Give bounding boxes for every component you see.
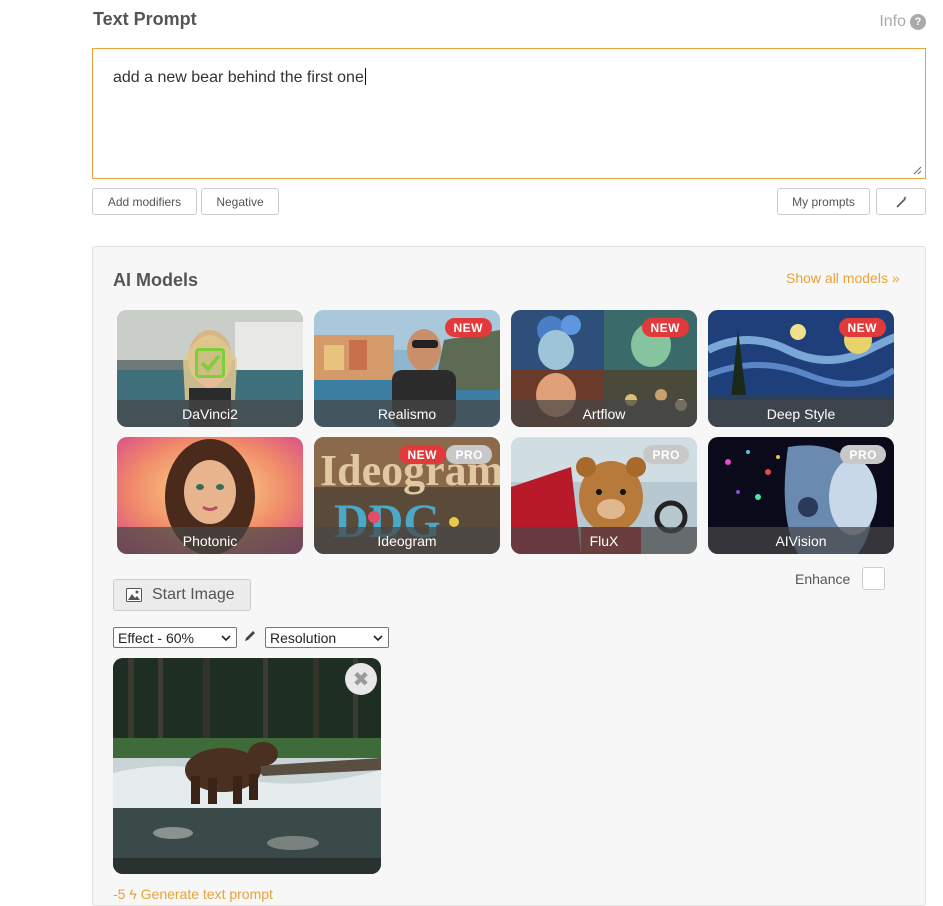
image-icon	[126, 588, 142, 602]
resize-grip-icon[interactable]	[913, 166, 922, 175]
model-label: Artflow	[511, 400, 697, 427]
ai-models-title: AI Models	[113, 270, 199, 290]
close-icon: ✖	[352, 668, 370, 691]
info-label: Info	[879, 13, 906, 30]
text-caret	[364, 68, 366, 85]
add-modifiers-button[interactable]: Add modifiers	[92, 188, 197, 215]
model-label: FluX	[511, 527, 697, 554]
prompt-text: add a new bear behind the first one	[113, 69, 364, 86]
prompt-textarea[interactable]: add a new bear behind the first one	[92, 48, 926, 179]
new-badge: NEW	[641, 318, 689, 337]
model-label: Ideogram	[314, 527, 500, 554]
start-image-label: Start Image	[152, 586, 235, 603]
effect-value: Effect - 60%	[118, 629, 195, 646]
text-prompt-title: Text Prompt	[93, 9, 197, 29]
resolution-value: Resolution	[270, 629, 337, 646]
new-badge: NEW	[444, 318, 492, 337]
question-circle-icon: ?	[910, 14, 926, 30]
double-chevron-down-icon: »	[891, 270, 900, 286]
pro-badge: PRO	[643, 445, 689, 464]
my-prompts-button[interactable]: My prompts	[777, 188, 870, 215]
bear-river-image	[113, 658, 381, 874]
enhance-checkbox[interactable]	[862, 567, 885, 590]
chevron-down-icon	[373, 634, 383, 641]
start-image-button[interactable]: Start Image	[113, 579, 251, 611]
model-card-deep-style[interactable]: NEW Deep Style	[708, 310, 894, 427]
model-card-photonic[interactable]: Photonic	[117, 437, 303, 554]
model-card-realismo[interactable]: NEW Realismo	[314, 310, 500, 427]
model-card-davinci2[interactable]: DaVinci2	[117, 310, 303, 427]
model-label: Realismo	[314, 400, 500, 427]
start-image-thumbnail	[113, 658, 381, 874]
magic-wand-button[interactable]	[876, 188, 926, 215]
generate-text-prompt-link[interactable]: -5 ϟ Generate text prompt	[113, 886, 273, 902]
effect-select[interactable]: Effect - 60%	[113, 627, 237, 648]
model-label: AIVision	[708, 527, 894, 554]
enhance-label: Enhance	[795, 571, 851, 587]
pencil-icon[interactable]	[243, 629, 257, 643]
show-all-models-link[interactable]: Show all models »	[786, 270, 900, 286]
chevron-down-icon	[221, 634, 231, 641]
new-badge: NEW	[398, 445, 446, 464]
show-all-label: Show all models	[786, 270, 888, 286]
new-badge: NEW	[838, 318, 886, 337]
selected-check-icon	[195, 348, 225, 378]
magic-wand-icon	[896, 195, 907, 208]
remove-start-image-button[interactable]: ✖	[345, 663, 377, 695]
model-card-flux[interactable]: PRO FluX	[511, 437, 697, 554]
model-label: DaVinci2	[117, 400, 303, 427]
info-link[interactable]: Info ?	[879, 13, 926, 31]
model-label: Deep Style	[708, 400, 894, 427]
resolution-select[interactable]: Resolution	[265, 627, 389, 648]
model-card-ideogram[interactable]: Ideogram DDG NEW PRO Ideogram	[314, 437, 500, 554]
pro-badge: PRO	[840, 445, 886, 464]
model-card-artflow[interactable]: NEW Artflow	[511, 310, 697, 427]
model-label: Photonic	[117, 527, 303, 554]
pro-badge: PRO	[446, 445, 492, 464]
negative-button[interactable]: Negative	[201, 188, 279, 215]
model-card-aivision[interactable]: PRO AIVision	[708, 437, 894, 554]
